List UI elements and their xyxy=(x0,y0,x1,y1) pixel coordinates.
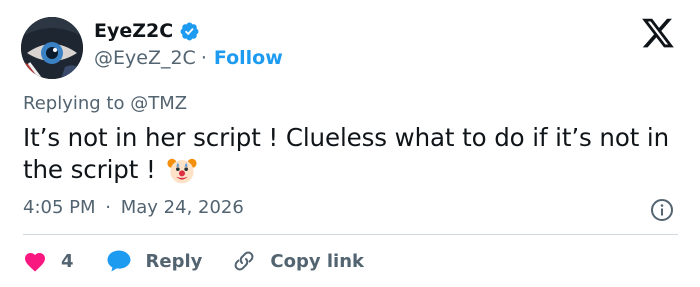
replying-to-prefix: Replying to xyxy=(23,93,125,114)
timestamp-row[interactable]: 4:05 PM · May 24, 2026 xyxy=(23,197,244,218)
avatar[interactable] xyxy=(21,17,83,79)
follow-button[interactable]: Follow xyxy=(214,47,283,69)
divider xyxy=(23,234,678,235)
author-name-row: EyeZ2C xyxy=(94,20,200,42)
author-display-name[interactable]: EyeZ2C xyxy=(94,20,173,42)
reply-button[interactable]: Reply xyxy=(106,249,203,273)
link-icon xyxy=(234,251,254,271)
tweet-time: 4:05 PM xyxy=(23,197,96,218)
reply-label: Reply xyxy=(145,250,203,272)
replying-to-line: Replying to @TMZ xyxy=(23,93,187,114)
info-icon[interactable] xyxy=(650,198,674,222)
time-separator: · xyxy=(105,197,111,218)
avatar-eye-image xyxy=(21,17,83,79)
heart-icon xyxy=(25,253,45,272)
copy-link-label: Copy link xyxy=(270,250,364,272)
handle-separator: · xyxy=(200,47,207,69)
reply-bubble-icon xyxy=(107,250,131,272)
replying-to-handle[interactable]: @TMZ xyxy=(130,93,187,114)
clown-face-icon xyxy=(167,158,197,184)
like-button[interactable]: 4 xyxy=(23,250,74,272)
like-count: 4 xyxy=(61,250,74,272)
action-bar: 4 Reply Copy link xyxy=(23,247,364,275)
tweet-date: May 24, 2026 xyxy=(120,197,244,218)
verified-badge-icon xyxy=(180,22,199,40)
tweet-body: It’s not in her script ! Clueless what t… xyxy=(23,123,670,184)
author-handle-row: @EyeZ_2C · Follow xyxy=(94,47,283,69)
copy-link-button[interactable]: Copy link xyxy=(232,249,364,273)
x-logo-icon[interactable] xyxy=(640,18,676,50)
author-handle[interactable]: @EyeZ_2C xyxy=(94,47,196,69)
tweet-text: It’s not in her script ! Clueless what t… xyxy=(23,122,683,186)
